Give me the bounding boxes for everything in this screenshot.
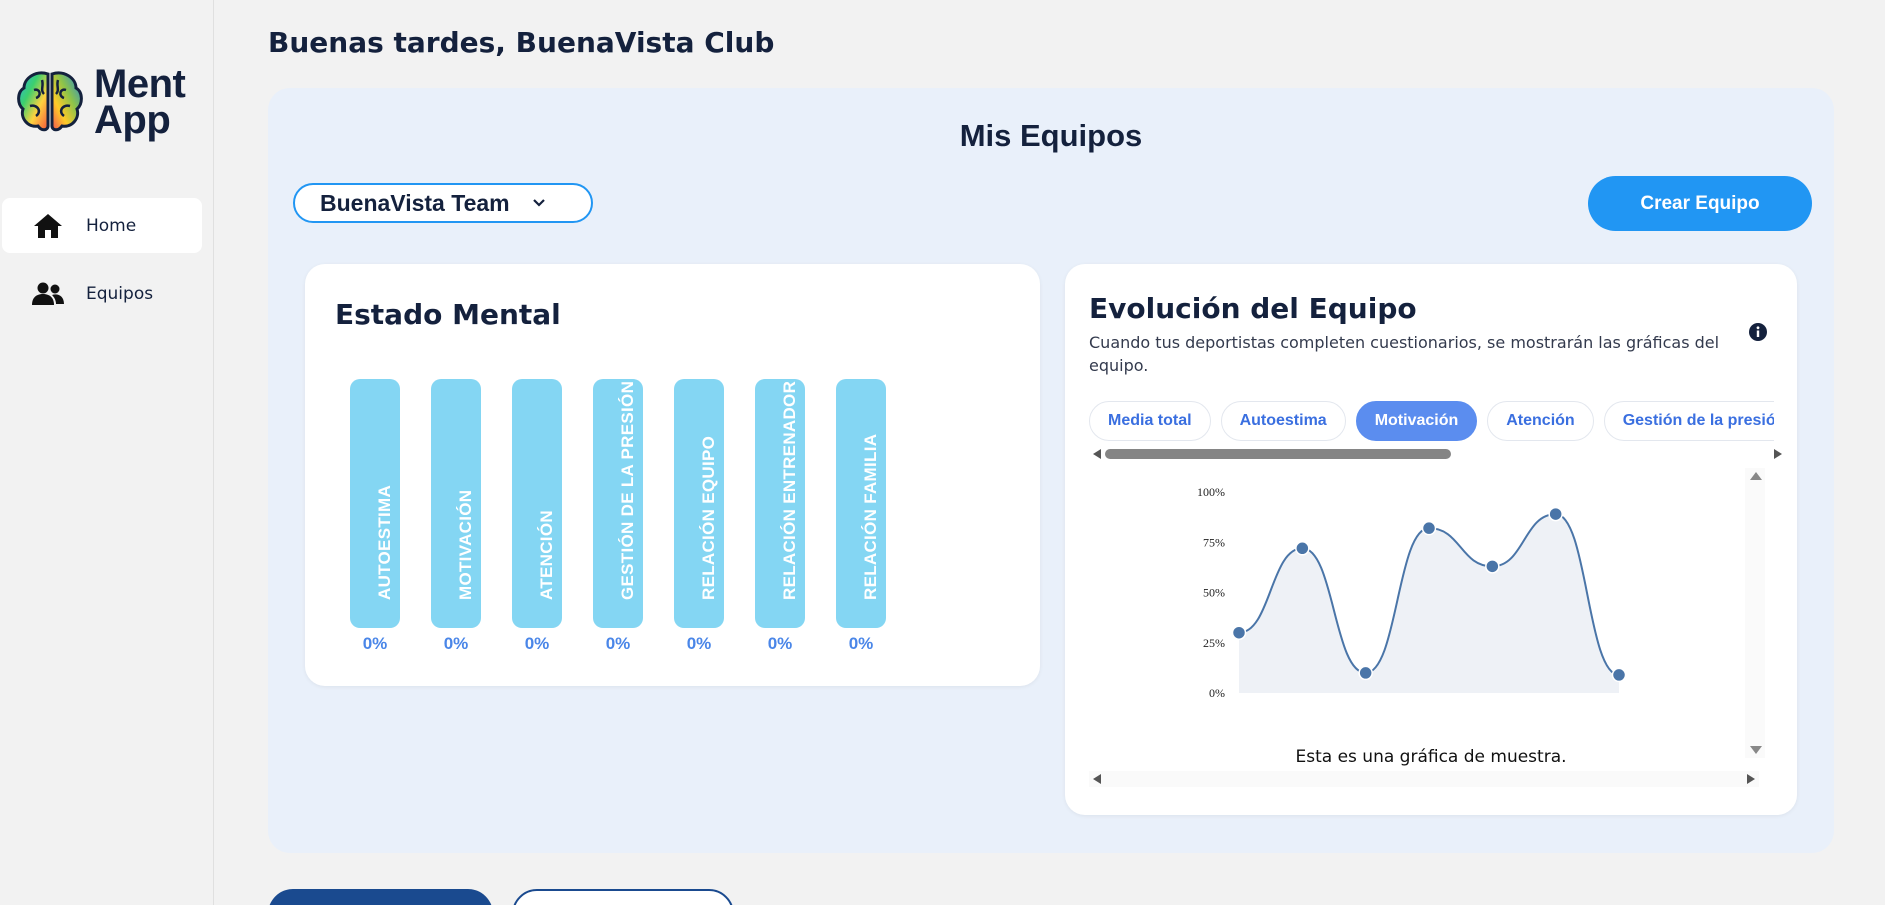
mental-bar-label: GESTIÓN DE LA PRESIÓN xyxy=(618,380,637,600)
mental-bar-label: AUTOESTIMA xyxy=(375,484,394,600)
logo-line-2: App xyxy=(94,98,171,142)
bottom-secondary-button[interactable] xyxy=(512,889,734,905)
info-icon[interactable] xyxy=(1748,322,1768,346)
mental-bar-value: 0% xyxy=(686,634,712,653)
y-tick-label: 100% xyxy=(1197,485,1225,499)
sidebar-item-label: Equipos xyxy=(86,283,154,304)
mental-bar: AUTOESTIMA xyxy=(350,379,400,628)
mental-bar-label: RELACIÓN FAMILIA xyxy=(861,433,880,600)
data-point[interactable] xyxy=(1358,665,1373,681)
scrollbar-track xyxy=(1105,449,1770,459)
team-select[interactable]: BuenaVista Team xyxy=(293,183,593,223)
app-logo[interactable]: Ment App xyxy=(14,62,186,142)
scroll-right-icon[interactable] xyxy=(1774,449,1782,459)
sidebar-item-home[interactable]: Home xyxy=(2,198,202,253)
data-point[interactable] xyxy=(1611,667,1627,683)
y-tick-label: 50% xyxy=(1203,586,1225,600)
sidebar-item-label: Home xyxy=(86,215,137,236)
tab-motivacion[interactable]: Motivación xyxy=(1355,401,1478,441)
chevron-down-icon xyxy=(532,198,546,208)
sidebar: Ment App Home Equipos xyxy=(0,0,214,905)
mental-state-card: Estado Mental AUTOESTIMA 0% MOTIVACIÓN 0… xyxy=(305,264,1040,686)
data-point[interactable] xyxy=(1231,625,1247,640)
mental-bar-value: 0% xyxy=(443,634,469,653)
mental-bar-value: 0% xyxy=(524,634,550,653)
mental-state-title: Estado Mental xyxy=(335,298,561,331)
mental-bar-value: 0% xyxy=(848,634,874,653)
mental-bar-label: MOTIVACIÓN xyxy=(456,489,475,600)
data-point[interactable] xyxy=(1485,559,1500,574)
home-icon xyxy=(32,210,64,242)
mental-bar-value: 0% xyxy=(605,634,631,653)
mental-bar-value: 0% xyxy=(767,634,793,653)
tab-autoestima[interactable]: Autoestima xyxy=(1220,401,1346,441)
panel-title: Mis Equipos xyxy=(959,118,1143,153)
teams-panel: Mis Equipos BuenaVista Team Crear Equipo… xyxy=(268,88,1834,853)
mental-bar: RELACIÓN ENTRENADOR xyxy=(755,379,805,628)
mental-bar: ATENCIÓN xyxy=(512,379,562,628)
tab-atencion[interactable]: Atención xyxy=(1487,401,1594,441)
mental-bar-label: ATENCIÓN xyxy=(537,510,556,600)
bottom-primary-button[interactable] xyxy=(268,889,493,905)
mental-bar-label: RELACIÓN ENTRENADOR xyxy=(780,380,799,600)
mental-bar-value: 0% xyxy=(362,634,388,653)
chart-horizontal-scrollbar[interactable] xyxy=(1089,771,1759,787)
chart-vertical-scrollbar[interactable] xyxy=(1745,468,1765,758)
scroll-left-icon[interactable] xyxy=(1093,449,1101,459)
tabs-scrollbar[interactable] xyxy=(1089,446,1786,462)
y-tick-label: 25% xyxy=(1203,636,1225,650)
scrollbar-thumb[interactable] xyxy=(1105,449,1451,459)
evolution-tabs: Media total Autoestima Motivación Atenci… xyxy=(1089,401,1774,447)
evolution-chart-area: 0% 25% 50% 75% 100% xyxy=(1089,468,1773,758)
evolution-description: Cuando tus deportistas completen cuestio… xyxy=(1089,333,1720,375)
y-tick-label: 75% xyxy=(1203,535,1225,549)
sidebar-item-equipos[interactable]: Equipos xyxy=(2,266,202,321)
data-point[interactable] xyxy=(1295,541,1310,556)
brain-icon xyxy=(17,71,83,132)
logo-text: Ment App xyxy=(94,62,186,142)
chart-caption: Esta es una gráfica de muestra. xyxy=(1295,747,1567,767)
evolution-title: Evolución del Equipo xyxy=(1089,292,1417,325)
data-point[interactable] xyxy=(1421,520,1437,536)
scroll-up-icon[interactable] xyxy=(1750,472,1762,480)
line-area-fill xyxy=(1239,514,1619,693)
tab-gestion-presion[interactable]: Gestión de la presión xyxy=(1603,401,1774,441)
create-team-button[interactable]: Crear Equipo xyxy=(1588,176,1812,231)
evolution-line-chart: 0% 25% 50% 75% 100% xyxy=(1197,485,1627,700)
mental-bar: MOTIVACIÓN xyxy=(431,379,481,628)
users-icon xyxy=(32,278,64,310)
page-greeting: Buenas tardes, BuenaVista Club xyxy=(268,26,775,59)
scroll-left-icon[interactable] xyxy=(1093,774,1101,784)
mental-bar: GESTIÓN DE LA PRESIÓN xyxy=(593,379,643,628)
mental-bar-label: RELACIÓN EQUIPO xyxy=(699,435,718,600)
logo-line-1: Ment xyxy=(94,62,186,106)
tab-media-total[interactable]: Media total xyxy=(1089,401,1211,441)
mental-bar: RELACIÓN FAMILIA xyxy=(836,379,886,628)
team-select-value: BuenaVista Team xyxy=(320,189,510,216)
y-tick-label: 0% xyxy=(1209,686,1225,700)
scroll-right-icon[interactable] xyxy=(1747,774,1755,784)
data-point[interactable] xyxy=(1548,506,1563,522)
team-evolution-card: Evolución del Equipo Cuando tus deportis… xyxy=(1065,264,1797,815)
mental-bar: RELACIÓN EQUIPO xyxy=(674,379,724,628)
